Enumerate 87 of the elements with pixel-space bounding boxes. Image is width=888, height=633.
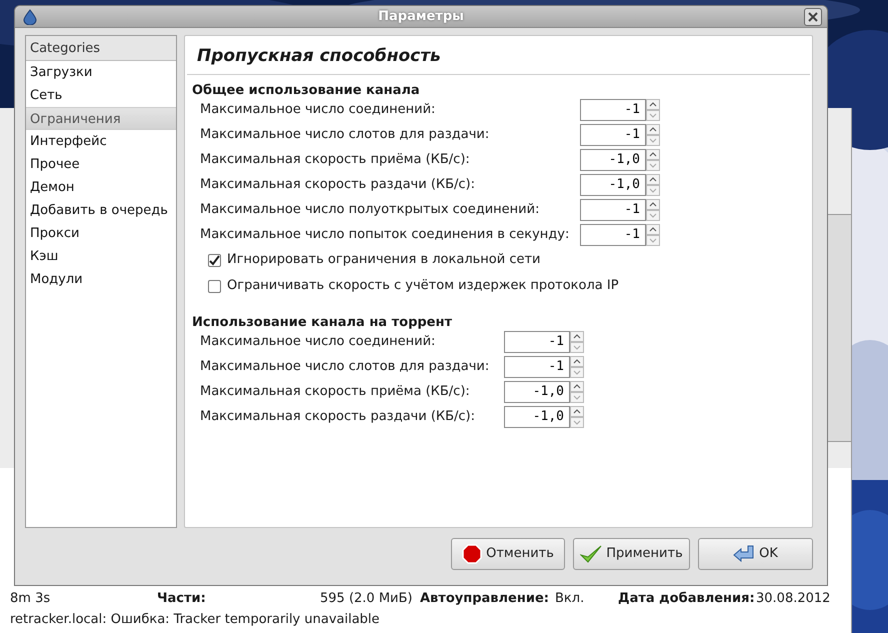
increment-button[interactable] xyxy=(570,380,584,392)
increment-button[interactable] xyxy=(570,406,584,416)
category-item[interactable]: Прокси xyxy=(26,222,176,245)
window-title: Параметры xyxy=(378,8,464,26)
field-label: Максимальное число соединений: xyxy=(200,100,436,119)
page-title: Пропускная способность xyxy=(187,36,810,75)
ok-button[interactable]: OK xyxy=(698,538,813,570)
field-label: Максимальная скорость приёма (КБ/с): xyxy=(200,150,470,169)
category-item[interactable]: Прочее xyxy=(26,153,176,176)
field-label: Максимальное число слотов для раздачи: xyxy=(200,126,490,144)
checkmark-icon xyxy=(209,254,220,266)
number-field[interactable]: -1 xyxy=(580,124,646,146)
increment-button[interactable] xyxy=(570,330,584,342)
checkbox-label: Игнорировать ограничения в локальной сети xyxy=(227,251,540,270)
number-field[interactable]: -1,0 xyxy=(504,380,570,402)
increment-button[interactable] xyxy=(646,124,660,134)
close-icon xyxy=(808,12,818,22)
column-header: Categories xyxy=(26,36,176,61)
cancel-button[interactable]: Отменить xyxy=(451,538,565,570)
checkbox-label: Ограничивать скорость с учётом издержек протокола IP xyxy=(227,277,619,296)
field-label: Максимальное число слотов для раздачи: xyxy=(200,358,490,376)
field-label: Дата добавления: xyxy=(618,590,756,608)
field-label: Автоуправление: xyxy=(420,590,550,608)
chevron-up-icon xyxy=(573,408,581,414)
category-item[interactable]: Сеть xyxy=(26,84,176,107)
category-item[interactable]: Добавить в очередь xyxy=(26,199,176,222)
chevron-up-icon xyxy=(649,176,657,182)
increment-button[interactable] xyxy=(646,174,660,184)
chevron-down-icon xyxy=(649,162,657,168)
checkbox[interactable] xyxy=(208,254,221,266)
stop-icon xyxy=(462,544,482,564)
checkbox[interactable] xyxy=(208,280,221,292)
number-field[interactable]: -1 xyxy=(504,356,570,378)
chevron-down-icon xyxy=(573,344,581,350)
chevron-up-icon xyxy=(573,382,581,390)
field-label: Максимальная скорость приёма (КБ/с): xyxy=(200,382,470,401)
chevron-down-icon xyxy=(649,236,657,244)
section-title: Общее использование канала xyxy=(192,82,421,97)
chevron-up-icon xyxy=(573,332,581,340)
chevron-up-icon xyxy=(649,150,657,158)
chevron-up-icon xyxy=(649,126,657,132)
number-field[interactable]: -1 xyxy=(580,198,646,220)
number-field[interactable]: -1 xyxy=(580,224,646,246)
number-field[interactable]: -1,0 xyxy=(580,148,646,170)
number-field[interactable]: -1,0 xyxy=(504,406,570,428)
increment-button[interactable] xyxy=(646,98,660,110)
chevron-down-icon xyxy=(573,394,581,400)
increment-button[interactable] xyxy=(570,356,584,366)
field-label: Максимальная скорость раздачи (КБ/с): xyxy=(200,408,476,426)
chevron-down-icon xyxy=(573,418,581,426)
chevron-down-icon xyxy=(649,112,657,118)
chevron-down-icon xyxy=(649,186,657,194)
increment-button[interactable] xyxy=(646,148,660,160)
chevron-up-icon xyxy=(649,226,657,232)
field-label: Максимальное число соединений: xyxy=(200,332,436,351)
return-arrow-icon xyxy=(733,545,756,563)
number-field[interactable]: -1 xyxy=(504,330,570,352)
field-value: retracker.local: Ошибка: Tracker temporarily unavailable xyxy=(10,610,380,629)
close-button[interactable] xyxy=(804,8,822,26)
category-item[interactable]: Демон xyxy=(26,176,176,199)
category-item[interactable]: Кэш xyxy=(26,245,176,268)
checkmark-icon xyxy=(580,544,602,564)
field-label: Максимальное число попыток соединения в секунду: xyxy=(200,226,570,244)
field-value: 30.08.2012 xyxy=(756,590,830,608)
section-title: Использование канала на торрент xyxy=(192,314,454,329)
category-item[interactable]: Ограничения xyxy=(26,107,176,130)
increment-button[interactable] xyxy=(646,198,660,210)
field-label: Максимальное число полуоткрытых соединений: xyxy=(200,200,540,219)
chevron-up-icon xyxy=(573,358,581,364)
category-item[interactable]: Интерфейс xyxy=(26,130,176,153)
field-value: 8m 3s xyxy=(10,590,52,608)
chevron-up-icon xyxy=(649,200,657,208)
field-value: 595 (2.0 МиБ) xyxy=(320,590,414,608)
chevron-down-icon xyxy=(573,368,581,376)
number-field[interactable]: -1,0 xyxy=(580,174,646,196)
field-value: Вкл. xyxy=(555,590,586,608)
field-label: Части: xyxy=(157,590,207,608)
chevron-up-icon xyxy=(649,100,657,108)
category-item[interactable]: Загрузки xyxy=(26,61,176,84)
number-field[interactable]: -1 xyxy=(580,98,646,120)
increment-button[interactable] xyxy=(646,224,660,234)
app-icon xyxy=(23,9,37,25)
apply-button[interactable]: Применить xyxy=(573,538,690,570)
chevron-down-icon xyxy=(649,136,657,144)
chevron-down-icon xyxy=(649,212,657,218)
field-label: Максимальная скорость раздачи (КБ/с): xyxy=(200,176,476,194)
category-item[interactable]: Модули xyxy=(26,268,176,291)
